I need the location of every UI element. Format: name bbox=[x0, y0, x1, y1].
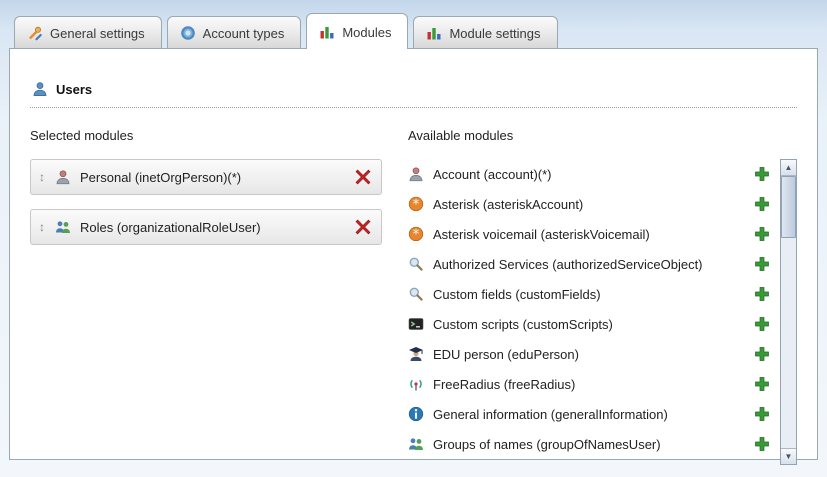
chart-icon bbox=[426, 25, 442, 41]
add-icon bbox=[754, 346, 770, 362]
magnifier-icon bbox=[408, 256, 424, 272]
chart-icon bbox=[319, 24, 335, 40]
available-module-row: Account (account)(*) bbox=[408, 159, 780, 189]
add-module-button[interactable] bbox=[754, 196, 770, 212]
add-icon bbox=[754, 316, 770, 332]
group-icon bbox=[408, 436, 424, 452]
selected-module-row[interactable]: ↕ Personal (inetOrgPerson)(*) bbox=[30, 159, 382, 195]
module-label: General information (generalInformation) bbox=[433, 407, 745, 422]
delete-icon bbox=[355, 219, 371, 235]
scrollbar[interactable]: ▲ ▼ bbox=[780, 159, 797, 465]
tab-label: Module settings bbox=[449, 26, 540, 41]
add-module-button[interactable] bbox=[754, 346, 770, 362]
svg-text:*: * bbox=[413, 228, 420, 243]
available-module-row: FreeRadius (freeRadius) bbox=[408, 369, 780, 399]
add-module-button[interactable] bbox=[754, 256, 770, 272]
svg-text:*: * bbox=[413, 198, 420, 213]
add-module-button[interactable] bbox=[754, 436, 770, 452]
add-module-button[interactable] bbox=[754, 316, 770, 332]
delete-icon bbox=[355, 169, 371, 185]
tab-label: Modules bbox=[342, 25, 391, 40]
add-icon bbox=[754, 286, 770, 302]
module-label: Custom scripts (customScripts) bbox=[433, 317, 745, 332]
users-icon bbox=[32, 81, 48, 97]
selected-module-row[interactable]: ↕ Roles (organizationalRoleUser) bbox=[30, 209, 382, 245]
tab-general-settings[interactable]: General settings bbox=[14, 16, 162, 48]
add-icon bbox=[754, 226, 770, 242]
graduate-icon bbox=[408, 346, 424, 362]
magnifier-icon bbox=[408, 286, 424, 302]
terminal-icon bbox=[408, 316, 424, 332]
account-icon bbox=[408, 166, 424, 182]
tools-icon bbox=[27, 25, 43, 41]
module-label: Asterisk (asteriskAccount) bbox=[433, 197, 745, 212]
tab-label: Account types bbox=[203, 26, 285, 41]
module-label: Authorized Services (authorizedServiceOb… bbox=[433, 257, 745, 272]
drag-handle-icon[interactable]: ↕ bbox=[39, 170, 45, 184]
available-module-row: Groups of names (groupOfNamesUser) bbox=[408, 429, 780, 459]
module-label: Asterisk voicemail (asteriskVoicemail) bbox=[433, 227, 745, 242]
add-icon bbox=[754, 196, 770, 212]
tab-module-settings[interactable]: Module settings bbox=[413, 16, 557, 48]
selected-modules-heading: Selected modules bbox=[30, 128, 408, 143]
scrollbar-track[interactable] bbox=[781, 176, 796, 448]
module-label: Roles (organizationalRoleUser) bbox=[80, 220, 355, 235]
asterisk-icon: * bbox=[408, 226, 424, 242]
antenna-icon bbox=[408, 376, 424, 392]
module-label: Groups of names (groupOfNamesUser) bbox=[433, 437, 745, 452]
add-module-button[interactable] bbox=[754, 226, 770, 242]
add-icon bbox=[754, 406, 770, 422]
available-modules-heading: Available modules bbox=[408, 128, 780, 143]
available-module-row: Custom fields (customFields) bbox=[408, 279, 780, 309]
add-icon bbox=[754, 256, 770, 272]
tab-label: General settings bbox=[50, 26, 145, 41]
module-label: Account (account)(*) bbox=[433, 167, 745, 182]
available-module-row: Custom scripts (customScripts) bbox=[408, 309, 780, 339]
available-modules-list: Available modules Account (account)(*) *… bbox=[408, 112, 780, 465]
badge-icon bbox=[180, 25, 196, 41]
delete-module-button[interactable] bbox=[355, 219, 371, 235]
add-module-button[interactable] bbox=[754, 376, 770, 392]
content-panel: Users Selected modules ↕ Personal (inetO… bbox=[9, 48, 818, 460]
add-icon bbox=[754, 436, 770, 452]
add-module-button[interactable] bbox=[754, 406, 770, 422]
tab-modules[interactable]: Modules bbox=[306, 13, 408, 49]
scroll-up-button[interactable]: ▲ bbox=[781, 160, 796, 176]
available-module-row: General information (generalInformation) bbox=[408, 399, 780, 429]
person-icon bbox=[55, 169, 71, 185]
info-icon bbox=[408, 406, 424, 422]
add-icon bbox=[754, 376, 770, 392]
module-label: EDU person (eduPerson) bbox=[433, 347, 745, 362]
group-icon bbox=[55, 219, 71, 235]
available-module-row: EDU person (eduPerson) bbox=[408, 339, 780, 369]
add-module-button[interactable] bbox=[754, 286, 770, 302]
module-label: Personal (inetOrgPerson)(*) bbox=[80, 170, 355, 185]
module-label: FreeRadius (freeRadius) bbox=[433, 377, 745, 392]
section-header: Users bbox=[30, 67, 797, 108]
tab-account-types[interactable]: Account types bbox=[167, 16, 302, 48]
tab-bar: General settings Account types Modules M… bbox=[0, 0, 827, 48]
available-module-row: * Asterisk (asteriskAccount) bbox=[408, 189, 780, 219]
module-label: Custom fields (customFields) bbox=[433, 287, 745, 302]
delete-module-button[interactable] bbox=[355, 169, 371, 185]
section-title: Users bbox=[56, 82, 92, 97]
add-icon bbox=[754, 166, 770, 182]
scrollbar-thumb[interactable] bbox=[781, 176, 796, 238]
drag-handle-icon[interactable]: ↕ bbox=[39, 220, 45, 234]
available-module-row: * Asterisk voicemail (asteriskVoicemail) bbox=[408, 219, 780, 249]
asterisk-icon: * bbox=[408, 196, 424, 212]
add-module-button[interactable] bbox=[754, 166, 770, 182]
available-module-row: Authorized Services (authorizedServiceOb… bbox=[408, 249, 780, 279]
scroll-down-button[interactable]: ▼ bbox=[781, 448, 796, 464]
